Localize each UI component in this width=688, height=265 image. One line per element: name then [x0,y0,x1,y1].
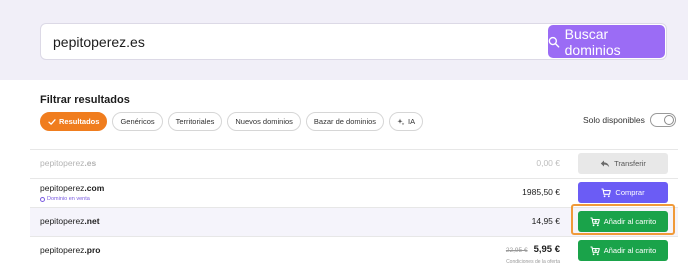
chip-label: IA [408,117,416,126]
cart-plus-icon [590,245,600,255]
chip-territoriales[interactable]: Territoriales [167,112,223,131]
check-icon [48,118,56,125]
button-label: Comprar [615,188,645,197]
result-row: pepitoperez.com Dominio en venta 1985,50… [30,178,678,207]
only-available-label: Solo disponibles [583,115,645,125]
chip-label: Territoriales [175,117,215,126]
result-row: pepitoperez.pro 22,95 € 5,95 € Condicione… [30,236,678,265]
buy-button[interactable]: Comprar [578,182,668,203]
chip-label: Bazar de dominios [313,117,377,126]
info-icon [40,196,45,202]
button-label: Transferir [614,159,646,168]
price: 1985,50 € [522,187,560,197]
add-to-cart-button[interactable]: Añadir al carrito [578,240,668,261]
button-label: Añadir al carrito [603,246,657,255]
reply-arrow-icon [600,160,610,167]
price: 0,00 € [536,158,560,168]
for-sale-note: Dominio en venta [40,196,90,202]
button-label: Añadir al carrito [603,217,657,226]
domain-name: pepitoperez.es [40,158,97,168]
chip-label: Nuevos dominios [235,117,293,126]
search-box: Buscar dominios [40,23,667,60]
domain-name: pepitoperez.com [40,183,105,193]
only-available-toggle[interactable] [649,113,676,127]
price: 14,95 € [531,216,560,226]
results-list: pepitoperez.es 0,00 € Transferir pepitop… [30,149,678,265]
chip-bazar-de-dominios[interactable]: Bazar de dominios [305,112,385,131]
old-price: 22,95 € [505,247,528,254]
cart-plus-icon [590,216,600,226]
search-icon [548,36,560,48]
search-input[interactable] [53,24,533,59]
result-row: pepitoperez.net 14,95 € Añadir al carrit… [30,204,678,236]
search-domains-button[interactable]: Buscar dominios [548,25,665,58]
chip-nuevos-dominios[interactable]: Nuevos dominios [227,112,301,131]
cart-icon [601,187,612,197]
chip-label: Resultados [59,117,100,126]
chip-label: Genéricos [120,117,155,126]
price-block: 22,95 € 5,95 € Condiciones de la oferta [506,239,560,265]
add-to-cart-button[interactable]: Añadir al carrito [578,211,668,232]
search-button-label: Buscar dominios [564,25,621,58]
filter-title: Filtrar resultados [40,94,130,106]
domain-name: pepitoperez.pro [40,245,101,255]
filter-chips: Resultados Genéricos Territoriales Nuevo… [40,112,424,131]
offer-conditions-link[interactable]: Condiciones de la oferta [506,259,560,265]
chip-ia[interactable]: IA [389,112,424,131]
price: 5,95 € [533,244,560,255]
result-row: pepitoperez.es 0,00 € Transferir [30,149,678,178]
domain-name: pepitoperez.net [40,216,100,226]
transfer-button[interactable]: Transferir [578,153,668,174]
toggle-knob [663,115,674,125]
sparkle-icon [397,118,405,125]
chip-genericos[interactable]: Genéricos [112,112,163,131]
search-band: Buscar dominios [0,0,688,80]
only-available-filter: Solo disponibles [583,113,676,127]
chip-resultados[interactable]: Resultados [40,112,108,131]
